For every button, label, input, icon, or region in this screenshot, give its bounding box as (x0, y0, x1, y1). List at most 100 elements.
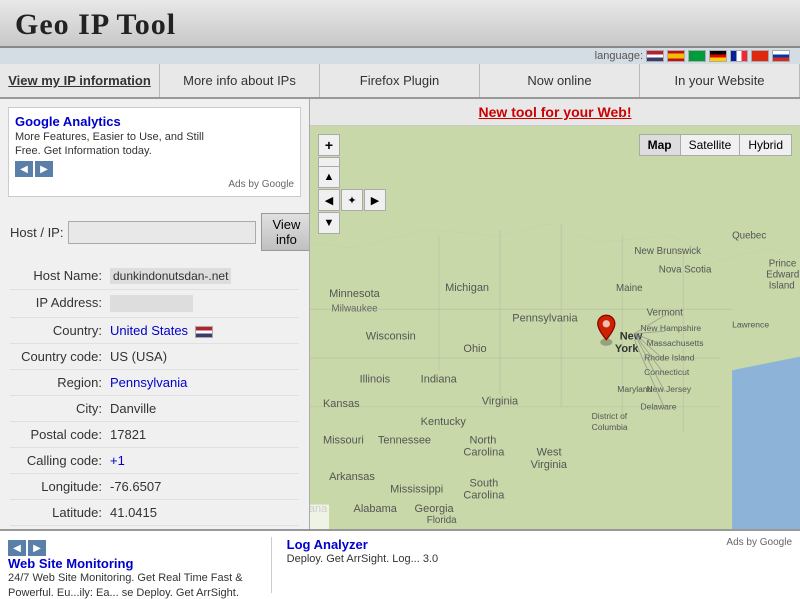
info-row-country: Country: United States (10, 318, 299, 344)
info-row-country-code: Country code: US (USA) (10, 344, 299, 370)
ad-link[interactable]: Google Analytics (15, 114, 121, 129)
info-row-city: City: Danville (10, 396, 299, 422)
svg-text:Lawrence: Lawrence (732, 320, 769, 330)
svg-text:Carolina: Carolina (463, 447, 505, 459)
svg-text:West: West (537, 447, 562, 459)
svg-text:Quebec: Quebec (732, 230, 766, 241)
ad-next-btn[interactable]: ▶ (35, 161, 53, 177)
main-nav: View my IP information More info about I… (0, 64, 800, 99)
map-nav-up[interactable]: ▲ (318, 166, 340, 188)
svg-text:Nova Scotia: Nova Scotia (659, 265, 712, 276)
city-value: Danville (110, 401, 156, 416)
ip-value (110, 295, 193, 312)
ad-text2: Free. Get Information today. (15, 145, 294, 157)
map-header: New tool for your Web! (310, 99, 800, 126)
svg-text:Minnesota: Minnesota (329, 288, 381, 300)
map-type-hybrid[interactable]: Hybrid (740, 135, 791, 155)
host-form: Host / IP: View info (0, 205, 309, 259)
svg-text:Island: Island (769, 280, 795, 291)
main-content: Google Analytics More Features, Easier t… (0, 99, 800, 529)
svg-text:Massachusetts: Massachusetts (647, 338, 704, 348)
info-row-latitude: Latitude: 41.0415 (10, 500, 299, 526)
bottom-ad-left-title[interactable]: Web Site Monitoring (8, 556, 133, 571)
postal-label: Postal code: (10, 427, 110, 442)
svg-text:Pennsylvania: Pennsylvania (512, 312, 578, 324)
region-value: Pennsylvania (110, 375, 187, 390)
calling-link[interactable]: +1 (110, 453, 125, 468)
left-panel: Google Analytics More Features, Easier t… (0, 99, 310, 529)
longitude-label: Longitude: (10, 479, 110, 494)
map-type-map[interactable]: Map (640, 135, 681, 155)
bottom-ad-right: Log Analyzer Deploy. Get ArrSight. Log..… (287, 537, 535, 593)
flag-de[interactable] (709, 50, 727, 62)
city-label: City: (10, 401, 110, 416)
svg-text:District of: District of (592, 411, 628, 421)
bottom-ad-right-title[interactable]: Log Analyzer (287, 537, 368, 552)
svg-text:Virginia: Virginia (531, 459, 568, 471)
longitude-value: -76.6507 (110, 479, 161, 494)
bottom-ad-next[interactable]: ▶ (28, 540, 46, 556)
ip-label: IP Address: (10, 295, 110, 310)
country-code-label: Country code: (10, 349, 110, 364)
svg-text:Virginia: Virginia (482, 395, 519, 407)
hostname-label: Host Name: (10, 268, 110, 283)
svg-text:Prince: Prince (769, 258, 797, 269)
bottom-ad-left: ◀ ▶ Web Site Monitoring 24/7 Web Site Mo… (8, 537, 256, 593)
map-nav-right[interactable]: ▶ (364, 189, 386, 211)
host-ip-label: Host / IP: (10, 225, 63, 240)
flag-us[interactable] (646, 50, 664, 62)
svg-text:North: North (470, 435, 497, 447)
svg-text:York: York (615, 343, 639, 355)
map-container[interactable]: Map Satellite Hybrid + − (310, 126, 800, 529)
svg-text:Columbia: Columbia (592, 422, 628, 432)
svg-text:Florida: Florida (427, 515, 457, 526)
svg-text:Tennessee: Tennessee (378, 435, 431, 447)
hostname-value: dunkindonutsdan-.net (110, 268, 231, 284)
host-ip-input[interactable] (68, 221, 256, 244)
bottom-ad-prev[interactable]: ◀ (8, 540, 26, 556)
nav-view-my-ip[interactable]: View my IP information (0, 64, 160, 97)
nav-firefox-plugin[interactable]: Firefox Plugin (320, 64, 480, 97)
svg-text:Indiana: Indiana (421, 373, 458, 385)
flag-cn[interactable] (751, 50, 769, 62)
site-title: Geo IP Tool (15, 8, 785, 42)
flag-fr[interactable] (730, 50, 748, 62)
nav-now-online[interactable]: Now online (480, 64, 640, 97)
ad-prev-btn[interactable]: ◀ (15, 161, 33, 177)
svg-text:New Brunswick: New Brunswick (634, 246, 701, 257)
country-link[interactable]: United States (110, 323, 188, 338)
flag-br[interactable] (688, 50, 706, 62)
svg-text:Edward: Edward (766, 269, 799, 280)
map-nav-center[interactable]: ✦ (341, 189, 363, 211)
svg-text:Connecticut: Connecticut (644, 367, 690, 377)
region-link[interactable]: Pennsylvania (110, 375, 187, 390)
svg-text:Maryland: Maryland (617, 384, 652, 394)
latitude-label: Latitude: (10, 505, 110, 520)
zoom-in-button[interactable]: + (318, 134, 340, 156)
map-nav-down[interactable]: ▼ (318, 212, 340, 234)
nav-in-your-website[interactable]: In your Website (640, 64, 800, 97)
info-row-postal: Postal code: 17821 (10, 422, 299, 448)
right-panel: New tool for your Web! Map Satellite Hyb… (310, 99, 800, 529)
info-row-hostname: Host Name: dunkindonutsdan-.net (10, 263, 299, 290)
svg-text:Maine: Maine (616, 283, 643, 294)
flag-es[interactable] (667, 50, 685, 62)
svg-text:Michigan: Michigan (445, 282, 489, 294)
map-type-satellite[interactable]: Satellite (681, 135, 741, 155)
map-nav-left[interactable]: ◀ (318, 189, 340, 211)
ad-box: Google Analytics More Features, Easier t… (8, 107, 301, 197)
country-value: United States (110, 323, 213, 338)
flag-ru[interactable] (772, 50, 790, 62)
map-title: New tool for your Web! (479, 104, 632, 120)
view-info-button[interactable]: View info (261, 213, 310, 251)
calling-value: +1 (110, 453, 125, 468)
svg-text:Milwaukee: Milwaukee (332, 304, 378, 315)
svg-text:South: South (470, 477, 499, 489)
map-type-buttons: Map Satellite Hybrid (639, 134, 792, 156)
svg-text:Wisconsin: Wisconsin (366, 331, 416, 343)
calling-label: Calling code: (10, 453, 110, 468)
nav-more-info[interactable]: More info about IPs (160, 64, 320, 97)
info-row-ip: IP Address: (10, 290, 299, 318)
bottom-ads-google: Ads by Google (544, 537, 792, 548)
bottom-ads: ◀ ▶ Web Site Monitoring 24/7 Web Site Mo… (0, 529, 800, 599)
